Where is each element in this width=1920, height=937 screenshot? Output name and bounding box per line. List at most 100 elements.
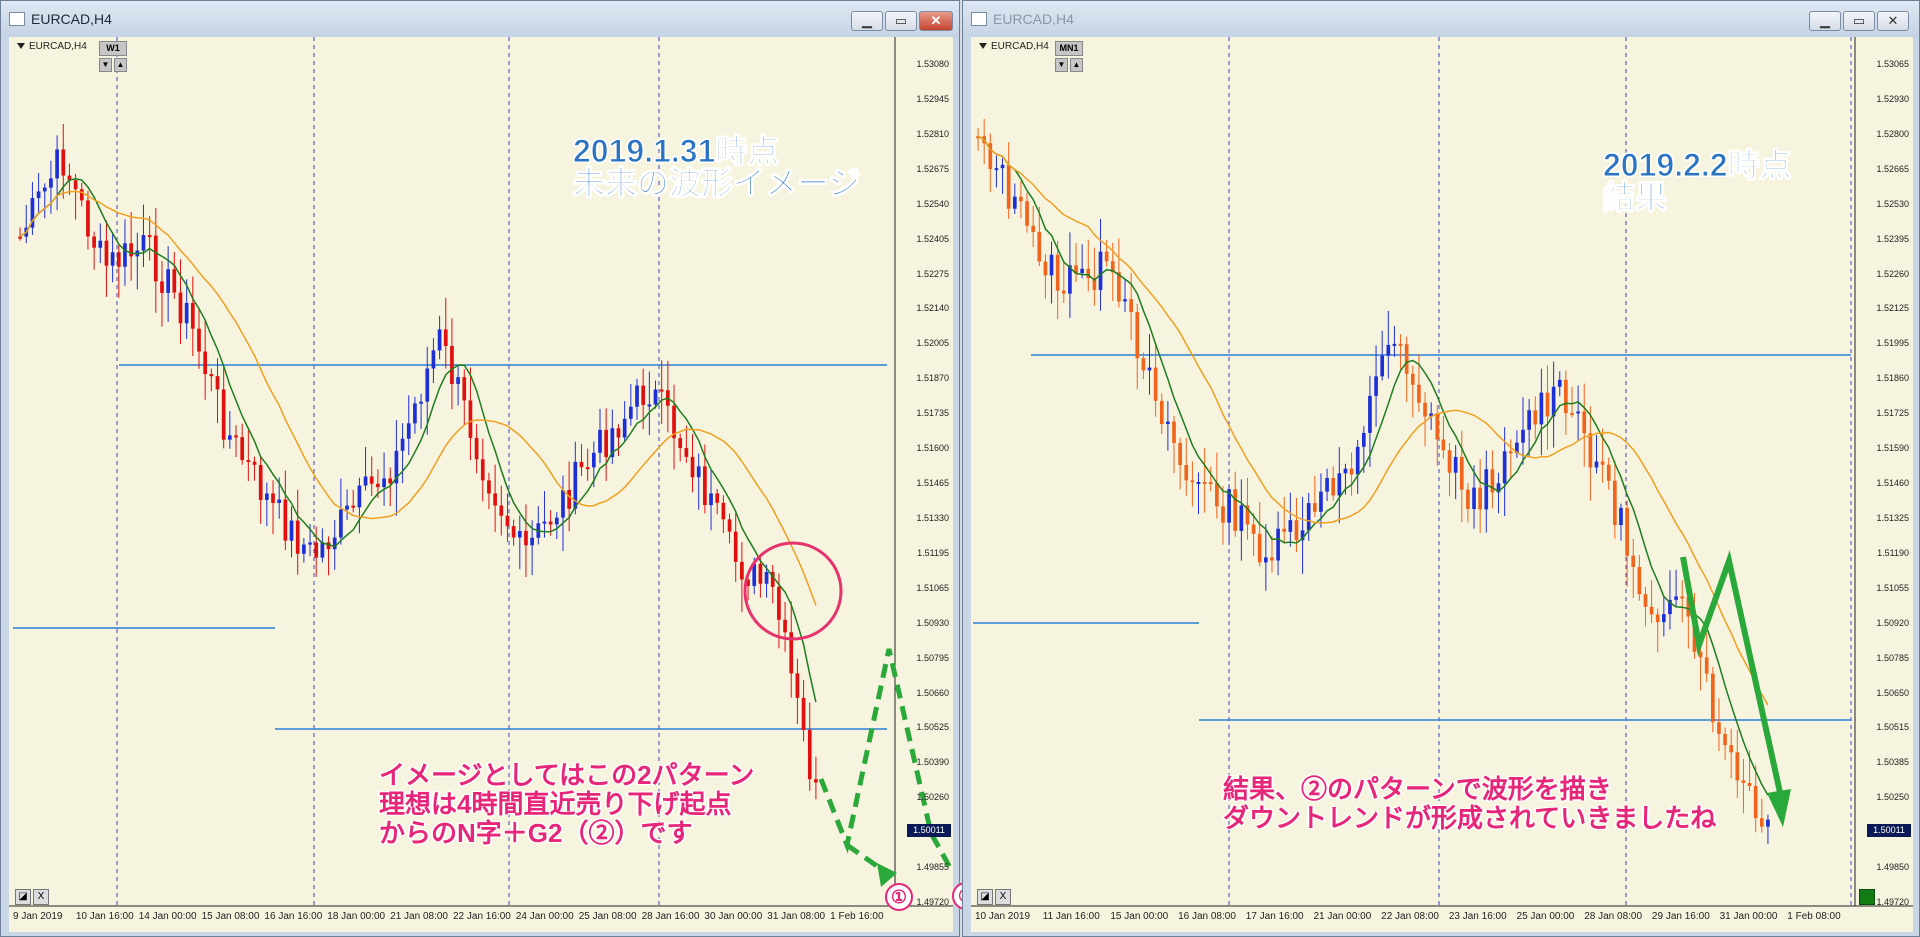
price-axis-label: 1.52125 xyxy=(1876,303,1909,314)
candle-body xyxy=(450,346,454,384)
candle-body xyxy=(1570,413,1574,416)
close-chart-icon[interactable]: X xyxy=(33,889,49,905)
timeframe-control[interactable]: MN1 ▼ ▲ xyxy=(1055,41,1083,72)
candle-body xyxy=(1508,451,1513,454)
candle-body xyxy=(709,493,713,506)
chart-window-left[interactable]: EURCAD,H4 ▁ ▭ ✕ EURCAD,H4 W1 ▼ ▲ 1.53080 1… xyxy=(0,0,960,937)
minimize-button[interactable]: ▁ xyxy=(1809,11,1841,31)
close-chart-icon[interactable]: X xyxy=(995,889,1011,905)
time-axis-label: 25 Jan 08:00 xyxy=(578,911,637,922)
candle-body xyxy=(1729,745,1734,753)
candle-body xyxy=(419,401,423,404)
annotation-line1: 結果、②のパターンで波形を描き xyxy=(1223,774,1612,804)
candle-body xyxy=(1735,752,1740,781)
timeframe-badge[interactable]: W1 xyxy=(99,41,127,56)
price-chart-left[interactable]: EURCAD,H4 W1 ▼ ▲ 1.53080 1.52945 1.52810 1.5… xyxy=(9,37,953,932)
price-axis-label: 1.52665 xyxy=(1876,163,1909,174)
candle-body xyxy=(49,178,53,188)
window-app-icon xyxy=(971,12,987,26)
candle-body xyxy=(1606,464,1611,481)
candle-body xyxy=(234,435,238,438)
time-axis-label: 22 Jan 08:00 xyxy=(1381,911,1439,922)
candle-body xyxy=(659,389,664,392)
maximize-button[interactable]: ▭ xyxy=(885,11,917,31)
arrow-down-icon[interactable]: ▼ xyxy=(99,58,112,72)
arrow-up-icon[interactable]: ▲ xyxy=(114,58,127,72)
arrow-up-icon[interactable]: ▲ xyxy=(1070,58,1083,72)
time-axis-label: 14 Jan 00:00 xyxy=(138,911,197,922)
candle-body xyxy=(585,467,590,470)
candle-body xyxy=(1123,299,1127,302)
candle-body xyxy=(153,235,158,282)
time-axis-label: 15 Jan 08:00 xyxy=(201,911,260,922)
candle-body xyxy=(1257,533,1262,563)
timeframe-badge[interactable]: MN1 xyxy=(1055,41,1083,56)
timeframe-control[interactable]: W1 ▼ ▲ xyxy=(99,41,127,72)
window-titlebar[interactable]: EURCAD,H4 ▁ ▭ ✕ xyxy=(963,1,1919,39)
candle-body xyxy=(1288,520,1293,532)
candle-body xyxy=(1043,261,1048,276)
candle-body xyxy=(172,269,177,293)
candle-body xyxy=(1251,524,1256,534)
candle-body xyxy=(1178,442,1182,465)
candle-body xyxy=(801,697,806,730)
candle-body xyxy=(715,493,720,503)
time-axis-label: 18 Jan 00:00 xyxy=(327,911,386,922)
candle-body xyxy=(1055,254,1060,291)
close-button[interactable]: ✕ xyxy=(1877,11,1909,31)
candle-body xyxy=(1502,451,1507,484)
candle-body xyxy=(1680,596,1685,599)
symbol-label[interactable]: EURCAD,H4 xyxy=(17,41,87,52)
chart-tool-icon[interactable]: ◪ xyxy=(977,889,993,905)
candle-body xyxy=(283,499,288,541)
candle-body xyxy=(1478,487,1482,510)
window-titlebar[interactable]: EURCAD,H4 ▁ ▭ ✕ xyxy=(1,1,959,39)
price-axis-label: 1.51465 xyxy=(916,478,949,488)
time-axis-label: 1 Feb 08:00 xyxy=(1787,911,1841,922)
candle-body xyxy=(474,437,479,460)
candle-body xyxy=(92,236,96,248)
price-axis-label: 1.52140 xyxy=(916,303,949,314)
candle-body xyxy=(1521,429,1525,443)
minimize-button[interactable]: ▁ xyxy=(851,11,883,31)
annotation-text: 結果、②のパターンで波形を描き ダウントレンドが形成されていきましたね xyxy=(1223,775,1716,833)
pattern-marker-1: ① xyxy=(885,883,913,911)
candle-body xyxy=(184,302,189,324)
candle-body xyxy=(400,438,405,451)
candle-body xyxy=(517,530,522,538)
candle-body xyxy=(1423,402,1427,417)
maximize-icon: ▭ xyxy=(1852,13,1866,28)
price-chart-right[interactable]: EURCAD,H4 MN1 ▼ ▲ 1.53065 1.52930 1.52800 1.… xyxy=(971,37,1913,932)
candle-body xyxy=(116,252,121,267)
candle-body xyxy=(86,200,90,237)
symbol-text: EURCAD,H4 xyxy=(991,41,1049,52)
time-axis-label: 23 Jan 16:00 xyxy=(1448,911,1507,922)
chart-window-right[interactable]: EURCAD,H4 ▁ ▭ ✕ EURCAD,H4 MN1 ▼ ▲ 1.53065… xyxy=(962,0,1920,937)
window-title: EURCAD,H4 xyxy=(31,11,112,27)
arrow-down-icon[interactable]: ▼ xyxy=(1055,58,1068,72)
close-button[interactable]: ✕ xyxy=(919,11,953,31)
time-axis-label: 10 Jan 16:00 xyxy=(75,911,134,922)
candle-body xyxy=(1533,410,1538,425)
candle-body xyxy=(295,520,300,554)
chart-tool-icon[interactable]: ◪ xyxy=(15,889,31,905)
candle-body xyxy=(437,329,442,351)
candle-body xyxy=(764,571,769,584)
symbol-label[interactable]: EURCAD,H4 xyxy=(979,41,1049,52)
maximize-icon: ▭ xyxy=(894,13,908,28)
price-axis-label: 1.52005 xyxy=(916,338,949,349)
window-app-icon xyxy=(9,12,25,26)
candle-body xyxy=(1264,557,1268,563)
candle-body xyxy=(1643,594,1648,607)
candle-body xyxy=(807,729,812,780)
candle-body xyxy=(487,480,491,494)
price-axis-label: 1.51055 xyxy=(1876,582,1909,593)
annotation-line2: ダウントレンドが形成されていきましたね xyxy=(1223,803,1717,833)
candle-body xyxy=(1312,503,1317,512)
candle-body xyxy=(1282,528,1287,532)
candle-body xyxy=(73,180,78,190)
maximize-button[interactable]: ▭ xyxy=(1843,11,1875,31)
candle-body xyxy=(1453,456,1458,473)
candle-body xyxy=(1392,343,1397,346)
candle-body xyxy=(252,461,257,465)
